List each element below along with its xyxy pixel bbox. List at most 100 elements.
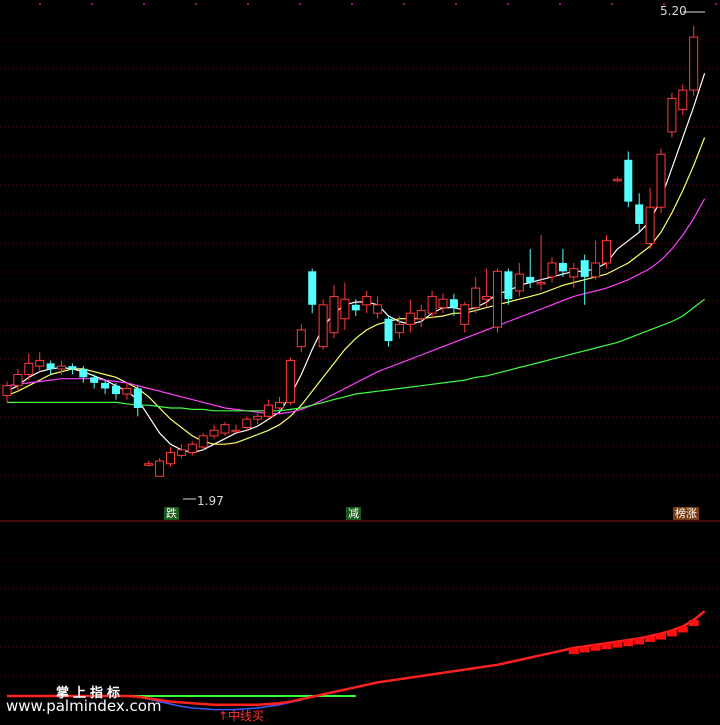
ma-line-1 bbox=[6, 137, 706, 445]
candle-body bbox=[133, 388, 142, 408]
candle-body bbox=[569, 268, 579, 278]
candles bbox=[2, 25, 699, 477]
candle-body bbox=[264, 404, 274, 417]
top-marker bbox=[559, 3, 561, 5]
candle-body bbox=[253, 415, 263, 420]
candle-body bbox=[373, 304, 383, 314]
candle-body bbox=[558, 262, 567, 272]
buy-signal-label: ↑中线买 bbox=[218, 709, 265, 723]
signal-badge-bangzhang: 榜涨 bbox=[673, 507, 699, 520]
candle-body bbox=[24, 362, 34, 376]
candle-body bbox=[122, 387, 132, 395]
candle-body bbox=[220, 424, 230, 434]
sub-red-bar bbox=[677, 626, 688, 633]
candle-body bbox=[416, 309, 426, 320]
sub-red-bar bbox=[645, 636, 656, 642]
top-marker bbox=[247, 3, 249, 5]
top-marker bbox=[351, 3, 353, 5]
sub-red-bar bbox=[666, 630, 677, 637]
candle-body bbox=[46, 363, 55, 369]
candle-body bbox=[612, 178, 622, 182]
candle-body bbox=[285, 360, 295, 403]
candle-body bbox=[656, 153, 666, 208]
candle-body bbox=[405, 312, 415, 325]
candle-body bbox=[493, 270, 502, 328]
top-marker bbox=[39, 3, 41, 5]
candle-body bbox=[166, 452, 175, 465]
candle-body bbox=[2, 385, 12, 396]
top-marker bbox=[507, 3, 509, 5]
candle-body bbox=[645, 206, 655, 244]
candle-body bbox=[68, 366, 77, 369]
candle-body bbox=[318, 304, 328, 348]
candle-body bbox=[580, 260, 589, 277]
candle-body bbox=[209, 429, 219, 437]
sub-red-bar bbox=[601, 643, 612, 650]
candle-body bbox=[362, 295, 372, 306]
watermark-url: www.palmindex.com bbox=[6, 697, 162, 715]
candle-body bbox=[242, 418, 252, 428]
candle-body bbox=[678, 89, 688, 111]
candle-body bbox=[449, 299, 458, 308]
low-price-label: 1.97 bbox=[197, 494, 224, 508]
high-price-label: 5.20 bbox=[660, 4, 687, 18]
candle-body bbox=[514, 273, 524, 292]
candle-body bbox=[35, 360, 45, 367]
candle-body bbox=[635, 204, 644, 224]
candle-body bbox=[547, 262, 557, 278]
candle-body bbox=[275, 401, 284, 409]
candle-body bbox=[79, 368, 88, 378]
grid-lines bbox=[0, 3, 720, 677]
candle-body bbox=[198, 435, 208, 448]
candle-body bbox=[351, 304, 360, 311]
candle-body bbox=[176, 449, 186, 456]
top-marker bbox=[91, 3, 93, 5]
candle-body bbox=[340, 298, 350, 320]
candle-body bbox=[602, 240, 611, 264]
candle-body bbox=[101, 382, 110, 389]
sub-red-bar bbox=[656, 633, 666, 640]
sub-red-bar bbox=[568, 648, 579, 654]
top-marker bbox=[715, 3, 717, 5]
candle-body bbox=[667, 97, 677, 133]
candle-body bbox=[112, 385, 120, 395]
candle-body bbox=[155, 460, 165, 477]
candle-body bbox=[504, 271, 513, 300]
candle-body bbox=[90, 377, 99, 383]
sub-red-bar bbox=[634, 638, 645, 645]
sub-red-bar bbox=[688, 620, 699, 626]
signal-badge-jian: 减 bbox=[346, 507, 361, 520]
candle-body bbox=[427, 295, 437, 314]
candle-body bbox=[187, 443, 197, 454]
candle-body bbox=[296, 329, 306, 348]
candle-body bbox=[460, 304, 470, 325]
candlestick-chart[interactable] bbox=[0, 0, 720, 725]
candle-body bbox=[536, 281, 546, 285]
candle-body bbox=[471, 287, 481, 309]
candle-body bbox=[384, 318, 393, 342]
top-marker bbox=[299, 3, 301, 5]
candle-body bbox=[13, 374, 23, 387]
candle-body bbox=[394, 323, 404, 334]
candle-body bbox=[231, 429, 241, 433]
candle-body bbox=[526, 276, 535, 283]
candle-body bbox=[591, 262, 601, 278]
candle-body bbox=[438, 298, 448, 309]
candle-body bbox=[329, 295, 339, 334]
sub-red-bar bbox=[623, 640, 634, 646]
top-marker bbox=[143, 3, 145, 5]
signal-badge-die: 跌 bbox=[164, 507, 179, 520]
top-marker bbox=[611, 3, 613, 5]
top-marker bbox=[195, 3, 197, 5]
sub-red-bar bbox=[579, 646, 590, 653]
candle-body bbox=[308, 271, 317, 305]
sub-red-bar bbox=[612, 641, 623, 648]
candle-body bbox=[57, 365, 66, 370]
top-marker bbox=[455, 3, 457, 5]
candle-body bbox=[144, 463, 154, 466]
sub-red-bar bbox=[590, 644, 601, 651]
candle-body bbox=[624, 159, 633, 202]
top-marker bbox=[403, 3, 405, 5]
candle-body bbox=[482, 295, 492, 300]
candle-body bbox=[689, 36, 699, 91]
